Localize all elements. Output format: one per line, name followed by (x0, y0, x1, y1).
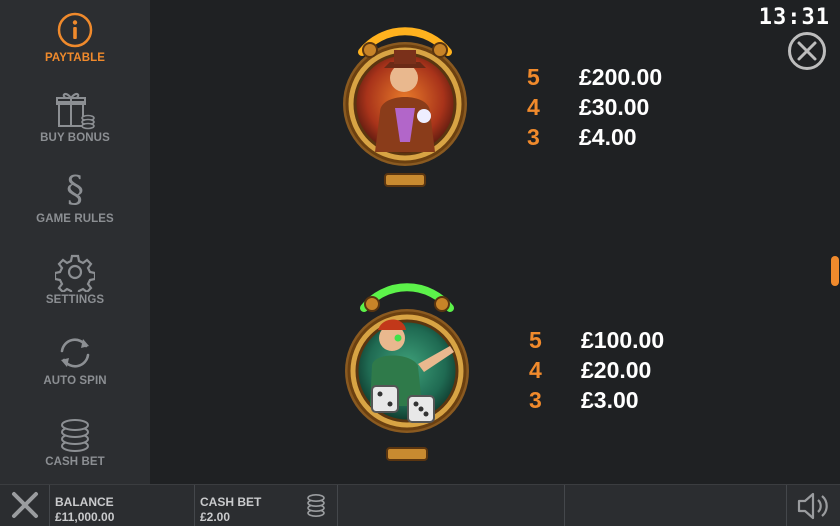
sidebar-item-label: CASH BET (45, 456, 105, 468)
sidebar-item-paytable[interactable]: PAYTABLE (0, 8, 150, 88)
pay-row: 3 £4.00 (527, 124, 637, 151)
sidebar-item-auto-spin[interactable]: AUTO SPIN (0, 331, 150, 411)
sidebar-item-buy-bonus[interactable]: BUY BONUS (0, 88, 150, 168)
gangster-symbol-icon (340, 12, 470, 202)
dice-symbol-icon (342, 276, 472, 471)
close-menu-button[interactable] (0, 485, 50, 526)
pay-row: 5 £200.00 (527, 64, 662, 91)
sidebar-menu: PAYTABLE BUY BONUS § GAME RULES SETTINGS… (0, 0, 150, 484)
balance-display: BALANCE £11,000.00 (50, 485, 195, 526)
pay-count: 5 (529, 327, 542, 353)
close-icon (797, 41, 817, 61)
autospin-icon (53, 331, 97, 375)
section-icon: § (66, 170, 84, 211)
sidebar-item-settings[interactable]: SETTINGS (0, 250, 150, 330)
scrollbar-thumb[interactable] (831, 256, 839, 286)
bottom-bar-spacer (338, 485, 565, 526)
pay-amount: £20.00 (581, 357, 652, 383)
sidebar-item-label: BUY BONUS (40, 132, 110, 144)
paytable-panel: 13:31 5 £200.00 4 £30.00 3 £4.00 5 £100.… (150, 0, 840, 484)
speaker-icon (797, 492, 828, 520)
pay-count: 3 (527, 124, 540, 150)
close-button[interactable] (788, 32, 826, 70)
sidebar-item-label: AUTO SPIN (43, 375, 107, 387)
pay-row: 4 £20.00 (529, 357, 651, 384)
pay-row: 3 £3.00 (529, 387, 639, 414)
sidebar-item-game-rules[interactable]: § GAME RULES (0, 169, 150, 249)
sidebar-item-label: GAME RULES (36, 213, 114, 225)
pay-amount: £3.00 (581, 387, 639, 413)
sidebar-item-label: PAYTABLE (44, 52, 105, 64)
pay-count: 4 (527, 94, 540, 120)
balance-label: BALANCE (55, 495, 114, 509)
pay-count: 3 (529, 387, 542, 413)
sound-button[interactable] (795, 491, 831, 526)
info-icon (53, 8, 97, 52)
coin-stack-icon (53, 412, 97, 456)
sidebar-item-cash-bet[interactable]: CASH BET (0, 412, 150, 492)
sidebar-item-label: SETTINGS (45, 294, 105, 306)
bottom-bar: BALANCE £11,000.00 CASH BET £2.00 (0, 484, 840, 526)
gift-icon (53, 88, 97, 132)
pay-row: 4 £30.00 (527, 94, 649, 121)
cash-bet-value: £2.00 (200, 510, 231, 524)
pay-amount: £4.00 (579, 124, 637, 150)
gear-icon (53, 250, 97, 294)
coin-stack-icon (307, 493, 325, 517)
pay-row: 5 £100.00 (529, 327, 664, 354)
pay-amount: £100.00 (581, 327, 665, 353)
pay-count: 4 (529, 357, 542, 383)
pay-count: 5 (527, 64, 540, 90)
bottom-bar-spacer (565, 485, 787, 526)
clock: 13:31 (758, 5, 830, 30)
pay-amount: £30.00 (579, 94, 650, 120)
close-icon (12, 492, 38, 518)
cash-bet-selector[interactable]: CASH BET £2.00 (195, 485, 338, 526)
cash-bet-label: CASH BET (200, 495, 262, 509)
pay-amount: £200.00 (579, 64, 663, 90)
balance-value: £11,000.00 (55, 510, 115, 524)
